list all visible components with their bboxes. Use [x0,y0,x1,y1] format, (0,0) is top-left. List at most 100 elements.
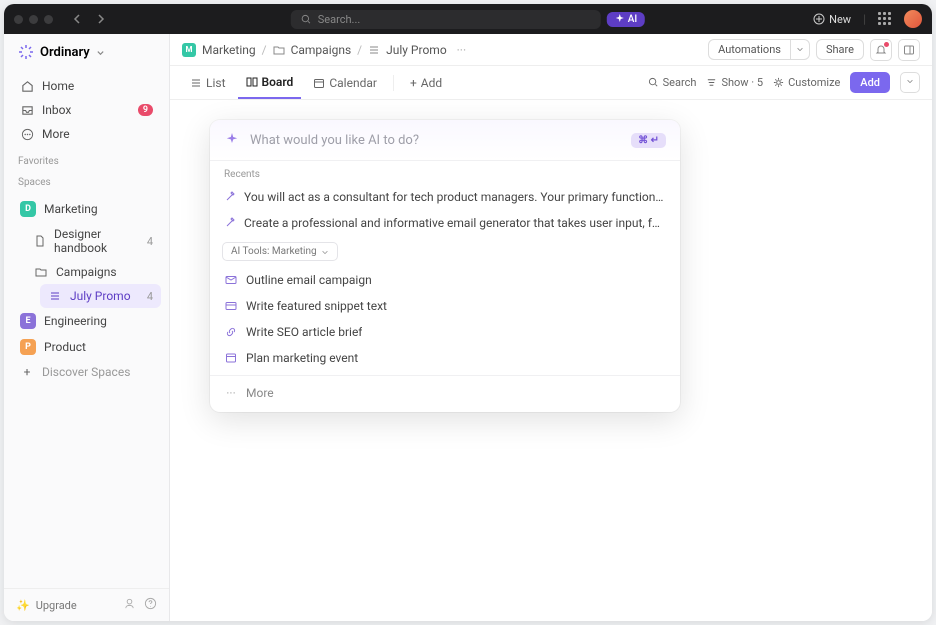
workspace-logo-icon [18,44,34,60]
sidebar: Ordinary Home Inbox 9 More Favorites Spa… [4,34,170,621]
chevron-down-icon [321,248,329,256]
ai-prompt-placeholder: What would you like AI to do? [250,133,621,148]
plus-circle-icon [813,13,825,25]
ai-command-panel: What would you like AI to do? ⌘ ↵ Recent… [210,120,680,412]
sidebar-footer: ✨ Upgrade [4,588,169,621]
panel-toggle-button[interactable] [898,39,920,61]
automations-dropdown[interactable] [791,39,810,60]
nav-home[interactable]: Home [12,74,161,98]
user-avatar[interactable] [904,10,922,28]
space-color-icon: P [20,339,36,355]
help-icon[interactable] [144,597,157,613]
ai-prompt-input[interactable]: What would you like AI to do? ⌘ ↵ [210,120,680,161]
search-action[interactable]: Search [648,76,697,89]
window-controls[interactable] [14,15,53,24]
minimize-dot[interactable] [29,15,38,24]
apps-icon[interactable] [878,12,892,26]
view-tab-calendar[interactable]: Calendar [305,68,385,98]
more-icon [20,128,34,141]
breadcrumb-campaigns[interactable]: Campaigns [291,43,352,57]
ai-tool-outline-email[interactable]: Outline email campaign [210,267,680,293]
spaces-label: Spaces [4,171,169,192]
search-placeholder: Search... [318,13,361,26]
wand-icon [224,217,236,229]
new-button[interactable]: New [813,13,851,26]
card-icon [224,300,238,312]
workspace-switcher[interactable]: Ordinary [4,34,169,70]
upgrade-link[interactable]: Upgrade [36,599,77,612]
breadcrumb-marketing[interactable]: Marketing [202,43,256,57]
upgrade-icon: ✨ [16,599,30,612]
filter-icon [706,77,717,88]
add-view-button[interactable]: + Add [402,68,450,98]
folder-icon [273,44,285,56]
view-tab-list[interactable]: List [182,68,234,98]
ai-tool-seo-brief[interactable]: Write SEO article brief [210,319,680,345]
forward-button[interactable] [91,10,109,28]
customize-action[interactable]: Customize [773,76,840,89]
sparkle-icon [224,132,240,148]
view-tabs-row: List Board Calendar + Add Search Show · … [170,66,932,100]
view-tab-board[interactable]: Board [238,67,302,99]
ai-button[interactable]: AI [607,12,645,27]
list-july-promo[interactable]: July Promo 4 [40,284,161,308]
calendar-icon [313,77,325,89]
search-icon [301,14,312,25]
back-button[interactable] [69,10,87,28]
sparkle-icon [615,14,625,24]
shortcut-badge: ⌘ ↵ [631,133,666,148]
link-icon [224,326,238,338]
discover-spaces[interactable]: + Discover Spaces [12,360,161,384]
recent-item[interactable]: You will act as a consultant for tech pr… [210,184,680,210]
show-action[interactable]: Show · 5 [706,76,763,89]
breadcrumb-more-icon[interactable]: ··· [457,43,466,57]
recent-item[interactable]: Create a professional and informative em… [210,210,680,236]
nav-more[interactable]: More [12,122,161,146]
add-dropdown[interactable] [900,72,920,93]
dots-icon: ··· [224,386,238,400]
invite-icon[interactable] [123,597,136,613]
nav-inbox[interactable]: Inbox 9 [12,98,161,122]
ai-more[interactable]: ··· More [210,380,680,412]
share-button[interactable]: Share [816,39,864,60]
notifications-button[interactable] [870,39,892,61]
ai-tool-featured-snippet[interactable]: Write featured snippet text [210,293,680,319]
breadcrumb-row: M Marketing / Campaigns / July Promo ···… [170,34,932,66]
recents-label: Recents [210,161,680,184]
plus-icon: + [20,365,34,379]
search-input[interactable]: Search... [291,10,601,29]
space-color-icon: D [20,201,36,217]
folder-designer-handbook[interactable]: Designer handbook 4 [26,222,161,260]
ai-tool-plan-event[interactable]: Plan marketing event [210,345,680,371]
inbox-icon [20,104,34,117]
settings-icon [773,77,784,88]
inbox-badge: 9 [138,104,153,116]
doc-icon [34,235,46,247]
list-icon [190,77,202,89]
folder-icon [34,266,48,278]
wand-icon [224,191,236,203]
search-icon [648,77,659,88]
main-content: M Marketing / Campaigns / July Promo ···… [170,34,932,621]
space-color-icon: E [20,313,36,329]
chevron-down-icon [96,48,105,57]
close-dot[interactable] [14,15,23,24]
space-product[interactable]: P Product [12,334,161,360]
space-engineering[interactable]: E Engineering [12,308,161,334]
space-marketing[interactable]: D Marketing [12,196,161,222]
list-icon [48,290,62,302]
calendar-icon [224,352,238,364]
plus-icon: + [410,76,417,90]
favorites-label: Favorites [4,150,169,171]
titlebar: Search... AI New | [4,4,932,34]
home-icon [20,80,34,93]
mail-icon [224,274,238,286]
maximize-dot[interactable] [44,15,53,24]
add-task-button[interactable]: Add [850,72,890,93]
board-icon [246,76,258,88]
breadcrumb-july-promo[interactable]: July Promo [386,43,447,57]
ai-tools-chip[interactable]: AI Tools: Marketing [222,242,338,261]
list-icon [368,44,380,56]
automations-button[interactable]: Automations [708,39,791,60]
folder-campaigns[interactable]: Campaigns [26,260,161,284]
